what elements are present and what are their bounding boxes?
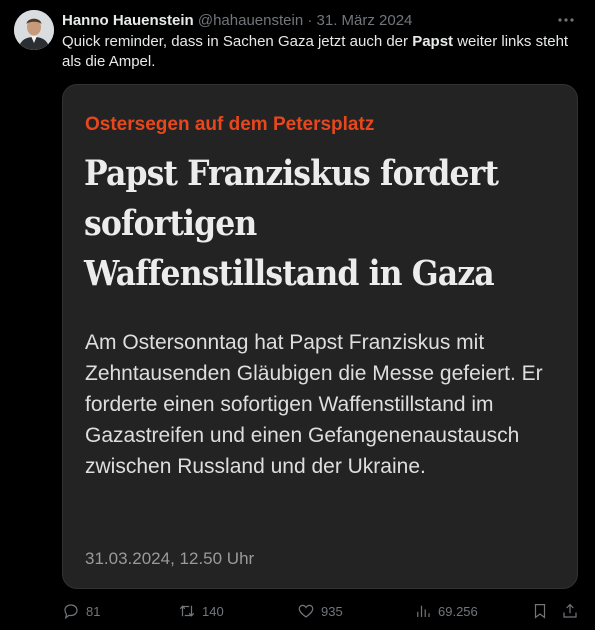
tweet-text-bold: Papst xyxy=(412,33,454,50)
retweet-icon xyxy=(179,605,195,617)
views-count: 69.256 xyxy=(438,603,478,619)
share-button[interactable] xyxy=(561,600,579,622)
tweet-text-part: Quick reminder, dass in Sachen Gaza jetz… xyxy=(62,33,413,50)
bookmark-button[interactable] xyxy=(531,600,549,622)
share-icon xyxy=(563,603,577,618)
article-headline: Papst Franziskus fordert sofortigen Waff… xyxy=(84,153,499,294)
retweet-count: 140 xyxy=(202,603,224,619)
author-name[interactable]: Hanno Hauenstein xyxy=(62,12,194,29)
reply-count: 81 xyxy=(86,603,101,619)
date-separator: · xyxy=(307,12,313,29)
avatar[interactable] xyxy=(14,10,54,50)
avatar-photo xyxy=(14,10,54,50)
reply-icon xyxy=(64,604,78,620)
tweet-date[interactable]: 31. März 2024 xyxy=(317,12,413,29)
retweet-button[interactable]: 140 xyxy=(178,600,224,622)
views-button[interactable]: 69.256 xyxy=(414,600,478,622)
article-dateline: 31.03.2024, 12.50 Uhr xyxy=(85,549,255,568)
tweet-header: Hanno Hauenstein @hahauenstein · 31. Mär… xyxy=(62,11,581,31)
like-icon xyxy=(298,604,314,618)
like-button[interactable]: 935 xyxy=(297,600,343,622)
article-kicker: Ostersegen auf dem Petersplatz xyxy=(85,114,375,135)
author-handle[interactable]: @hahauenstein xyxy=(198,12,303,29)
views-icon xyxy=(417,605,430,617)
action-bar: 81 140 935 69.256 xyxy=(62,600,582,622)
more-options-icon[interactable] xyxy=(555,10,577,32)
tweet-text: Quick reminder, dass in Sachen Gaza jetz… xyxy=(62,32,587,72)
like-count: 935 xyxy=(321,603,343,619)
reply-button[interactable]: 81 xyxy=(62,600,100,622)
bookmark-icon xyxy=(534,604,546,619)
article-teaser: Am Ostersonntag hat Papst Franziskus mit… xyxy=(85,331,543,478)
article-card[interactable]: Ostersegen auf dem Petersplatz Papst Fra… xyxy=(62,84,578,589)
